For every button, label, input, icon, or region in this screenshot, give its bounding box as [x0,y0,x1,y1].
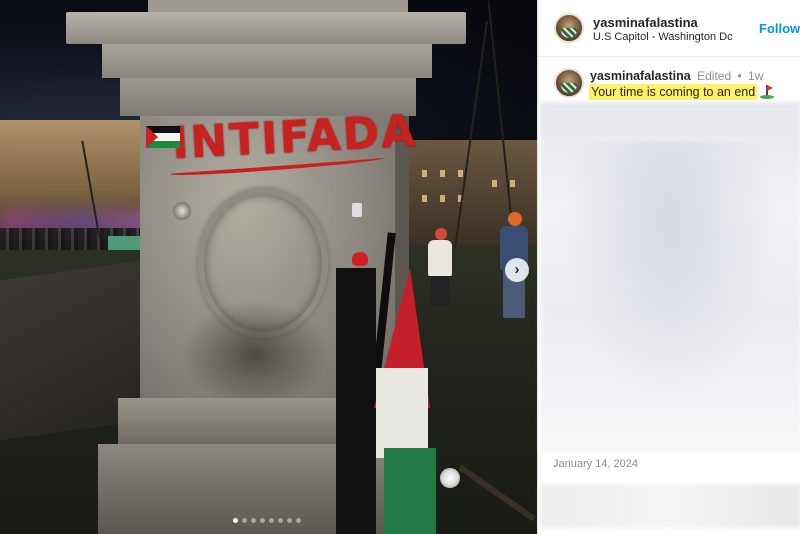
carousel-dot [296,518,301,523]
post-header: yasminafalastina U.S Capitol - Washingto… [538,0,800,57]
carousel-dot [260,518,265,523]
avatar[interactable] [554,13,584,43]
carousel-dot [287,518,292,523]
post-location[interactable]: U.S Capitol - Washington Dc [593,31,733,43]
round-sticker [173,202,191,220]
separator: • [737,69,742,83]
golf-flag-icon [760,84,774,100]
carousel-dot [233,518,238,523]
edited-label: Edited [697,69,732,83]
pedestal-molding [102,44,432,78]
carousel-dots [233,518,301,523]
blurred-actions [540,484,800,528]
banner [108,236,142,250]
carousel-dot [242,518,247,523]
post-age[interactable]: 1w [748,69,763,83]
follow-button[interactable]: Follow [759,21,800,36]
caption-meta: yasminafalastina Edited • 1w [590,69,763,83]
shadow [180,300,330,410]
carousel-dot [278,518,283,523]
post-photo[interactable]: INTIFADA › [0,0,537,534]
carousel-dot [251,518,256,523]
caption-avatar[interactable] [554,68,584,98]
blurred-comments [540,102,800,452]
chevron-right-icon[interactable]: › [505,258,529,282]
small-sticker [352,203,362,217]
caption-username[interactable]: yasminafalastina [590,69,691,83]
post-date[interactable]: January 14, 2024 [553,458,638,470]
header-username[interactable]: yasminafalastina [593,15,698,30]
ground-light [440,468,460,488]
palestinian-flag [336,268,436,534]
palestinian-flag-sticker [146,126,180,148]
capitol-building [0,120,150,240]
pedestal-top [66,12,466,44]
carousel-dot [269,518,274,523]
heart-sticker [352,252,368,266]
post-side-panel: yasminafalastina U.S Capitol - Washingto… [537,0,800,534]
caption-text: Your time is coming to an end [589,84,758,100]
